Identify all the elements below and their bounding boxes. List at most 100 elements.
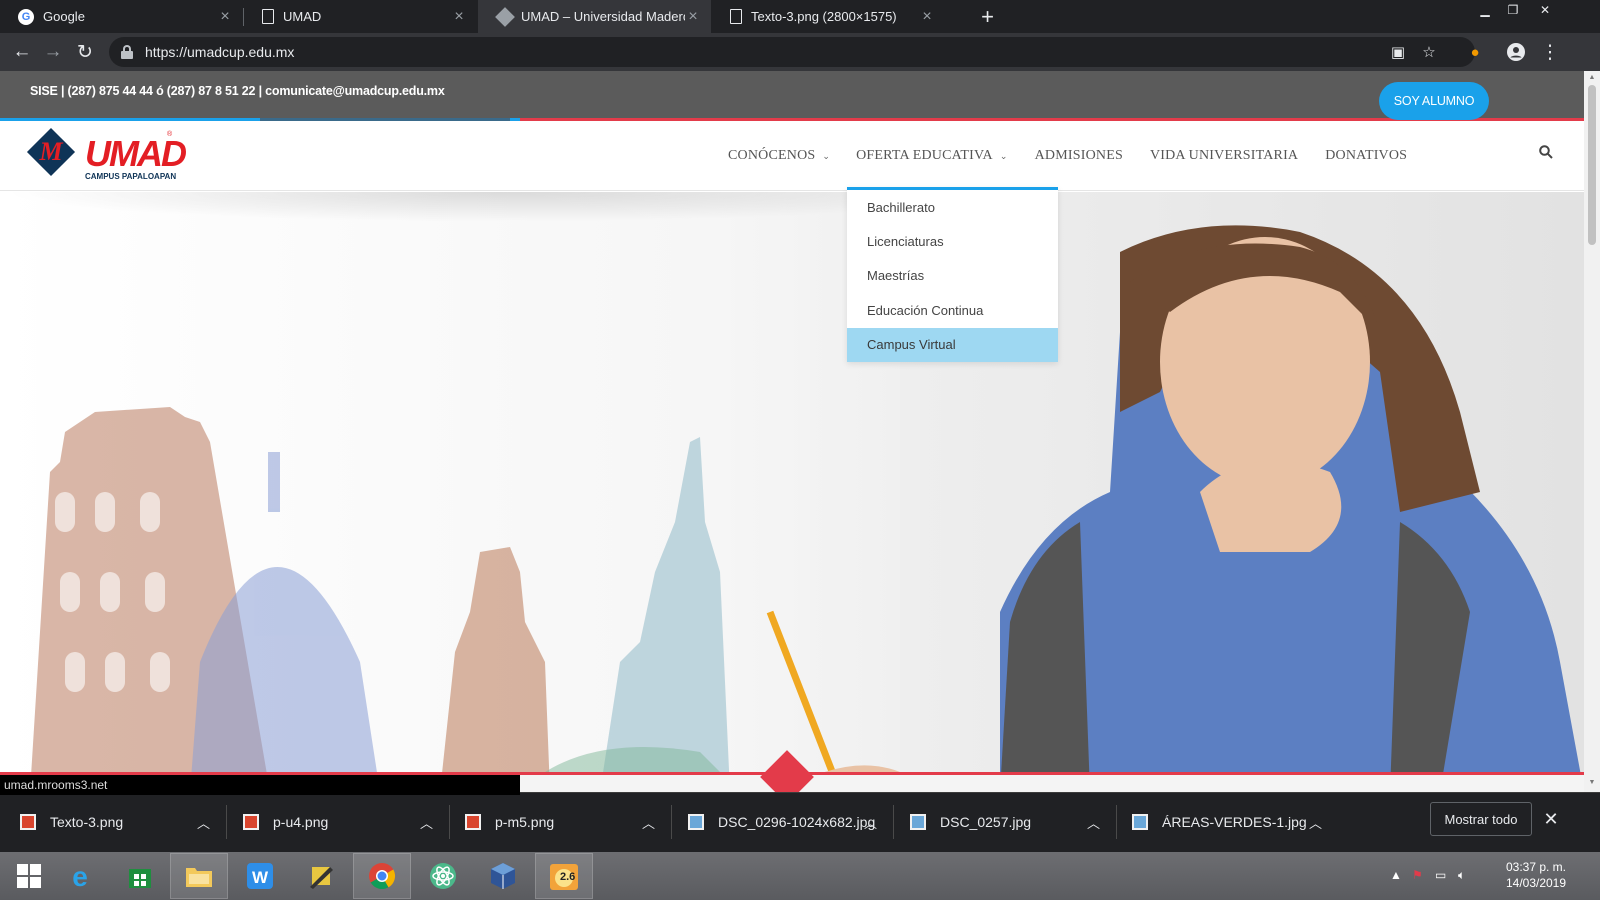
image-file-icon xyxy=(688,814,704,830)
download-item[interactable]: ÁREAS-VERDES-1.jpg xyxy=(1132,793,1307,851)
virtualbox-icon[interactable] xyxy=(474,853,532,899)
page-scrollbar[interactable]: ▲ ▼ xyxy=(1584,71,1600,792)
profile-icon[interactable] xyxy=(1502,38,1530,66)
minimize-icon[interactable]: ▁ xyxy=(1471,0,1499,20)
web-page: SISE | (287) 875 44 44 ó (287) 87 8 51 2… xyxy=(0,71,1584,792)
image-file-icon xyxy=(243,814,259,830)
browser-toolbar: ← → ↻ https://umadcup.edu.mx ▣ ☆ ● ⋮ xyxy=(0,33,1600,71)
scroll-up-icon[interactable]: ▲ xyxy=(1588,74,1596,82)
site-shield-icon[interactable]: ▣ xyxy=(1389,43,1407,61)
status-bar-url: umad.mrooms3.net xyxy=(0,775,520,795)
svg-text:e: e xyxy=(72,861,88,891)
chevron-up-icon[interactable]: ︿ xyxy=(1309,813,1322,832)
tab-title: Google xyxy=(43,9,85,24)
chevron-up-icon[interactable]: ▲ xyxy=(1390,868,1402,882)
clock-date: 14/03/2019 xyxy=(1505,876,1567,890)
tab-texto-3[interactable]: Texto-3.png (2800×1575) × xyxy=(712,0,945,33)
close-icon[interactable]: × xyxy=(451,8,467,25)
atom-icon[interactable] xyxy=(414,853,472,899)
show-all-downloads-button[interactable]: Mostrar todo xyxy=(1430,802,1532,836)
nav-item-conocenos[interactable]: CONÓCENOS ⌄ xyxy=(728,148,830,164)
dropdown-item-educacion-continua[interactable]: Educación Continua xyxy=(847,293,1058,327)
close-icon[interactable]: ✕ xyxy=(1541,809,1561,829)
svg-text:W: W xyxy=(252,868,269,887)
menu-kebab-icon[interactable]: ⋮ xyxy=(1536,38,1564,66)
dropdown-item-bachillerato[interactable]: Bachillerato xyxy=(847,190,1058,224)
display-icon[interactable]: ▭ xyxy=(1435,868,1446,882)
dropdown-item-maestrias[interactable]: Maestrías xyxy=(847,259,1058,293)
umad-logo[interactable]: M UMAD ® CAMPUS PAPALOAPAN xyxy=(26,127,190,183)
statue-illustration xyxy=(440,547,550,792)
nav-item-admisiones[interactable]: ADMISIONES xyxy=(1035,148,1123,164)
tab-umad[interactable]: UMAD × xyxy=(244,0,477,33)
chevron-up-icon[interactable]: ︿ xyxy=(1087,813,1100,832)
close-icon[interactable]: × xyxy=(217,8,233,25)
download-filename: ÁREAS-VERDES-1.jpg xyxy=(1162,814,1307,830)
umad-favicon-icon xyxy=(495,6,515,27)
restore-icon[interactable]: ❐ xyxy=(1499,0,1527,20)
close-icon[interactable]: × xyxy=(919,8,935,25)
nav-item-donativos[interactable]: DONATIVOS xyxy=(1325,148,1407,164)
address-bar[interactable]: https://umadcup.edu.mx ▣ ☆ xyxy=(109,37,1475,67)
image-file-icon xyxy=(465,814,481,830)
nav-item-label: DONATIVOS xyxy=(1325,148,1408,163)
tab-google[interactable]: G Google × xyxy=(0,0,243,33)
download-item[interactable]: p-u4.png xyxy=(243,793,328,851)
app-badge: 2.6 xyxy=(560,871,576,883)
internet-explorer-icon[interactable]: e xyxy=(51,853,109,899)
network-warning-icon[interactable]: ⚑ xyxy=(1412,868,1423,882)
store-icon[interactable] xyxy=(111,853,169,899)
app-2-6-icon[interactable]: 2.6 xyxy=(535,853,593,899)
download-item[interactable]: p-m5.png xyxy=(465,793,554,851)
download-item[interactable]: DSC_0296-1024x682.jpg xyxy=(688,793,875,851)
file-explorer-icon[interactable] xyxy=(170,853,228,899)
tab-title: UMAD – Universidad Madero Ca xyxy=(521,9,685,24)
volume-icon[interactable]: 🔈︎ xyxy=(1458,868,1465,883)
tab-umad-universidad[interactable]: UMAD – Universidad Madero Ca × xyxy=(478,0,711,33)
nav-item-vida-universitaria[interactable]: VIDA UNIVERSITARIA xyxy=(1150,148,1298,164)
nav-item-oferta-educativa[interactable]: OFERTA EDUCATIVA ⌄ xyxy=(856,148,1007,164)
download-item[interactable]: DSC_0257.jpg xyxy=(910,793,1031,851)
start-icon[interactable] xyxy=(0,853,58,899)
logo-wordmark: UMAD xyxy=(85,133,187,174)
oferta-educativa-dropdown: Bachillerato Licenciaturas Maestrías Edu… xyxy=(847,187,1058,362)
scrollbar-thumb[interactable] xyxy=(1588,85,1596,245)
search-icon[interactable] xyxy=(1539,145,1553,159)
dropdown-item-licenciaturas[interactable]: Licenciaturas xyxy=(847,224,1058,258)
close-window-icon[interactable]: ✕ xyxy=(1531,0,1559,20)
scroll-down-icon[interactable]: ▼ xyxy=(1588,779,1596,787)
divider xyxy=(671,805,672,839)
soy-alumno-button[interactable]: SOY ALUMNO xyxy=(1379,82,1489,120)
new-tab-button[interactable]: + xyxy=(975,4,1000,29)
chevron-down-icon: ⌄ xyxy=(999,150,1008,161)
nav-item-label: CONÓCENOS xyxy=(728,148,816,163)
dropdown-item-campus-virtual[interactable]: Campus Virtual xyxy=(847,327,1058,362)
close-icon[interactable]: × xyxy=(685,8,701,25)
download-filename: p-m5.png xyxy=(495,814,555,830)
image-file-icon xyxy=(20,814,36,830)
divider xyxy=(893,805,894,839)
bookmark-star-icon[interactable]: ☆ xyxy=(1420,43,1438,61)
tab-title: UMAD xyxy=(283,9,322,24)
pencil-app-icon[interactable] xyxy=(292,853,350,899)
forward-arrow-icon[interactable]: → xyxy=(39,38,67,66)
contact-topbar: SISE | (287) 875 44 44 ó (287) 87 8 51 2… xyxy=(0,71,1584,118)
windows-taskbar: e W 2.6 ▲ ⚑ ▭ 🔈︎ 03:37 p. m. 14/03/2019 xyxy=(0,852,1600,900)
chevron-up-icon[interactable]: ︿ xyxy=(642,813,655,832)
chevron-up-icon[interactable]: ︿ xyxy=(197,813,210,832)
chrome-icon[interactable] xyxy=(353,853,411,899)
reload-icon[interactable]: ↻ xyxy=(71,38,99,66)
wps-writer-icon[interactable]: W xyxy=(231,853,289,899)
chevron-up-icon[interactable]: ︿ xyxy=(864,813,877,832)
tab-title: Texto-3.png (2800×1575) xyxy=(751,9,897,24)
back-arrow-icon[interactable]: ← xyxy=(8,38,36,66)
chevron-up-icon[interactable]: ︿ xyxy=(420,813,433,832)
system-clock[interactable]: 03:37 p. m. 14/03/2019 xyxy=(1486,859,1586,891)
main-navigation: CONÓCENOS ⌄ OFERTA EDUCATIVA ⌄ ADMISIONES … xyxy=(728,121,1407,191)
hero-illustration xyxy=(30,225,1584,792)
nav-item-label: VIDA UNIVERSITARIA xyxy=(1149,148,1299,163)
extension-icon[interactable]: ● xyxy=(1461,38,1489,66)
google-icon: G xyxy=(18,8,34,25)
logo-registered-mark: ® xyxy=(167,131,173,138)
download-item[interactable]: Texto-3.png xyxy=(20,793,123,851)
